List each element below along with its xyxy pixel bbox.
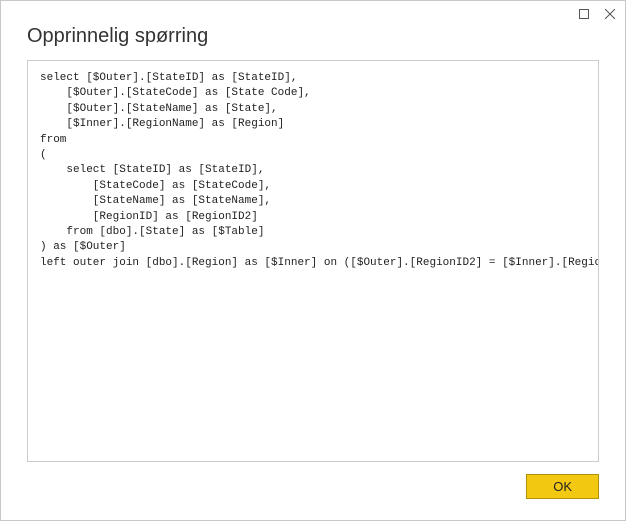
titlebar-controls	[577, 7, 617, 21]
code-panel[interactable]: select [$Outer].[StateID] as [StateID], …	[27, 60, 599, 462]
dialog-title: Opprinnelig spørring	[7, 7, 619, 60]
dialog-window: Opprinnelig spørring select [$Outer].[St…	[0, 0, 626, 521]
ok-button[interactable]: OK	[526, 474, 599, 499]
button-row: OK	[7, 462, 619, 499]
maximize-icon[interactable]	[577, 7, 591, 21]
close-icon[interactable]	[603, 7, 617, 21]
code-content: select [$Outer].[StateID] as [StateID], …	[40, 71, 586, 271]
